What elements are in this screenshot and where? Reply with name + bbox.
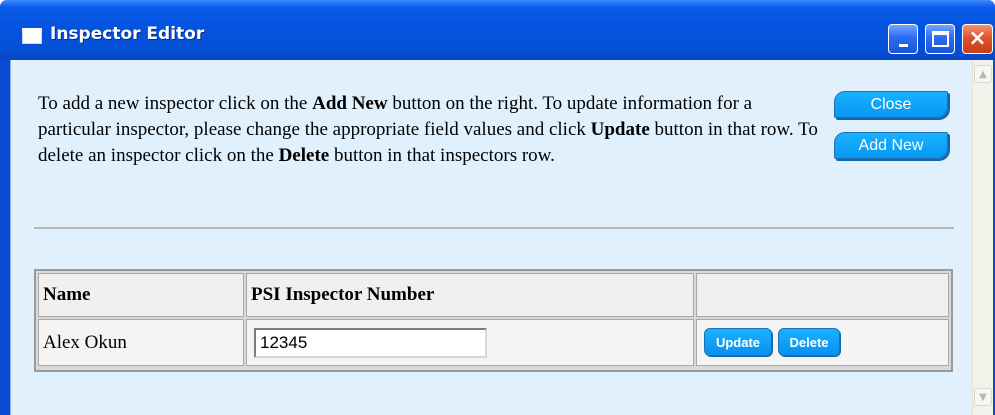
- table-row-number-cell: [246, 319, 694, 366]
- scroll-up-icon[interactable]: ▲: [974, 65, 992, 83]
- instructions-delete-bold: Delete: [278, 145, 330, 166]
- client-area: To add a new inspector click on the Add …: [10, 60, 972, 415]
- vertical-scrollbar[interactable]: ▲ ▼: [972, 60, 993, 415]
- table-row-actions-cell: Update Delete: [696, 319, 949, 366]
- instructions-part-1: To add a new inspector click on the: [38, 93, 313, 114]
- table-row-name-cell: Alex Okun: [38, 319, 244, 366]
- close-x-icon: ×: [968, 26, 987, 51]
- column-header-name: Name: [38, 273, 244, 317]
- divider: [34, 227, 954, 229]
- window-close-button[interactable]: ×: [962, 24, 993, 54]
- close-button[interactable]: Close: [834, 91, 948, 118]
- inspector-number-input[interactable]: [254, 328, 487, 358]
- window-title: Inspector Editor: [50, 24, 205, 44]
- instructions-update-bold: Update: [590, 119, 650, 140]
- minimize-button[interactable]: [888, 24, 918, 54]
- column-header-actions: [696, 273, 949, 317]
- column-header-inspector-number: PSI Inspector Number: [246, 273, 694, 317]
- window-app-icon: [22, 28, 42, 44]
- instructions-text: To add a new inspector click on the Add …: [38, 91, 828, 169]
- delete-button[interactable]: Delete: [778, 328, 840, 356]
- inspector-name: Alex Okun: [43, 331, 127, 353]
- scroll-down-icon[interactable]: ▼: [974, 388, 992, 406]
- maximize-button[interactable]: [925, 24, 955, 54]
- inspector-editor-window: Inspector Editor × To add a new inspecto…: [0, 0, 995, 415]
- update-button[interactable]: Update: [704, 328, 772, 356]
- add-new-button[interactable]: Add New: [834, 132, 948, 159]
- minimize-icon: [898, 43, 908, 47]
- title-bar[interactable]: Inspector Editor ×: [0, 0, 995, 60]
- inspector-table: Name PSI Inspector Number Alex Okun Upda…: [34, 269, 953, 372]
- instructions-add-new-bold: Add New: [312, 93, 388, 114]
- maximize-icon: [931, 31, 949, 47]
- instructions-part-4: button in that inspectors row.: [329, 145, 555, 166]
